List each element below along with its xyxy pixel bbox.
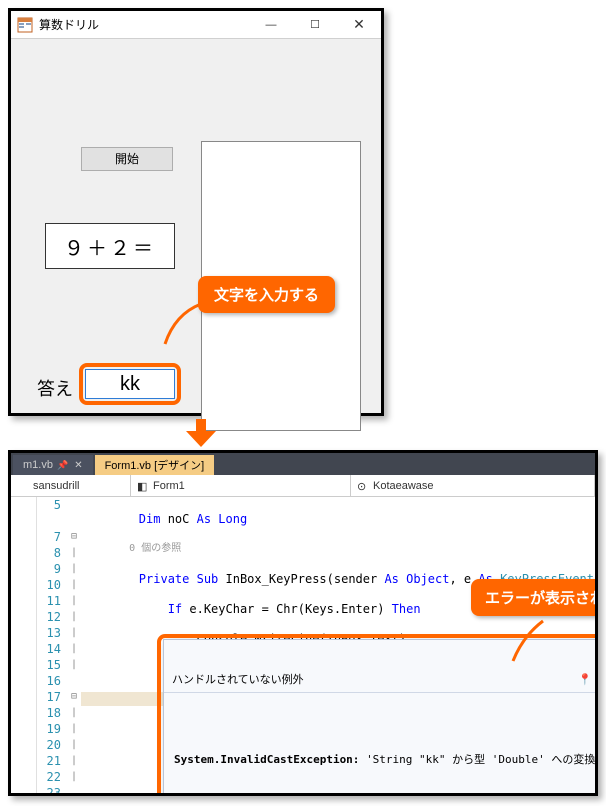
answer-highlight — [79, 363, 181, 405]
project-dropdown[interactable]: sansudrill — [11, 475, 131, 496]
callout-error-shown: エラーが表示される — [471, 579, 595, 616]
tab-form1-vb[interactable]: m1.vb 📌 ✕ — [13, 455, 93, 475]
editor-body: 578910111213141516171819202122232425 ⊟||… — [11, 497, 595, 793]
exception-popup: ハンドルされていない例外 📍 ✕ System.InvalidCastExcep… — [163, 639, 595, 793]
fold-column[interactable]: ⊟||||||||⊟|||||⊞ — [67, 497, 81, 793]
nav-dropdown-bar: sansudrill ◧ Form1 ⊙ Kotaeawase — [11, 475, 595, 497]
form-icon — [17, 17, 33, 33]
equation-display: ９＋２＝ — [45, 223, 175, 269]
app-body: 開始 ９＋２＝ 答え kk — [11, 39, 381, 413]
maximize-button[interactable]: ☐ — [293, 11, 337, 39]
close-icon[interactable]: ✕ — [594, 673, 595, 686]
callout-connector — [165, 304, 201, 344]
member-dropdown[interactable]: ⊙ Kotaeawase — [351, 475, 595, 496]
breakpoint-gutter[interactable] — [11, 497, 37, 793]
class-name: Form1 — [153, 480, 185, 492]
project-name: sansudrill — [33, 480, 79, 492]
editor-tabs: m1.vb 📌 ✕ Form1.vb [デザイン] — [11, 453, 595, 475]
minimize-button[interactable]: — — [249, 11, 293, 39]
exception-titlebar: ハンドルされていない例外 📍 ✕ — [164, 666, 595, 693]
exception-message: System.InvalidCastException: 'String "kk… — [174, 751, 595, 767]
pin-icon[interactable]: 📍 — [576, 673, 594, 686]
class-dropdown[interactable]: ◧ Form1 — [131, 475, 351, 496]
code-area[interactable]: Dim noC As Long 0 個の参照 Private Sub InBox… — [81, 497, 595, 793]
class-icon: ◧ — [137, 480, 149, 492]
titlebar: 算数ドリル — ☐ ✕ — [11, 11, 381, 39]
close-icon[interactable]: ✕ — [74, 460, 82, 471]
down-arrow-icon — [186, 419, 216, 447]
tab-label: Form1.vb [デザイン] — [105, 457, 205, 473]
pin-icon[interactable]: 📌 — [57, 460, 68, 471]
callout-input-text: 文字を入力する — [198, 276, 335, 313]
exception-title: ハンドルされていない例外 — [172, 671, 576, 687]
tab-form1-design[interactable]: Form1.vb [デザイン] — [95, 455, 215, 475]
answer-label: 答え — [37, 375, 73, 401]
member-name: Kotaeawase — [373, 480, 434, 492]
vb-icon — [17, 480, 29, 492]
method-icon: ⊙ — [357, 480, 369, 492]
window-title: 算数ドリル — [39, 16, 249, 33]
exception-body: System.InvalidCastException: 'String "kk… — [164, 719, 595, 793]
close-button[interactable]: ✕ — [337, 11, 381, 39]
start-button[interactable]: 開始 — [81, 147, 173, 171]
line-numbers: 578910111213141516171819202122232425 — [37, 497, 67, 793]
app-window: 算数ドリル — ☐ ✕ 開始 ９＋２＝ 答え kk — [8, 8, 384, 416]
ide-window: m1.vb 📌 ✕ Form1.vb [デザイン] sansudrill ◧ F… — [8, 450, 598, 796]
tab-label: m1.vb — [23, 459, 53, 471]
